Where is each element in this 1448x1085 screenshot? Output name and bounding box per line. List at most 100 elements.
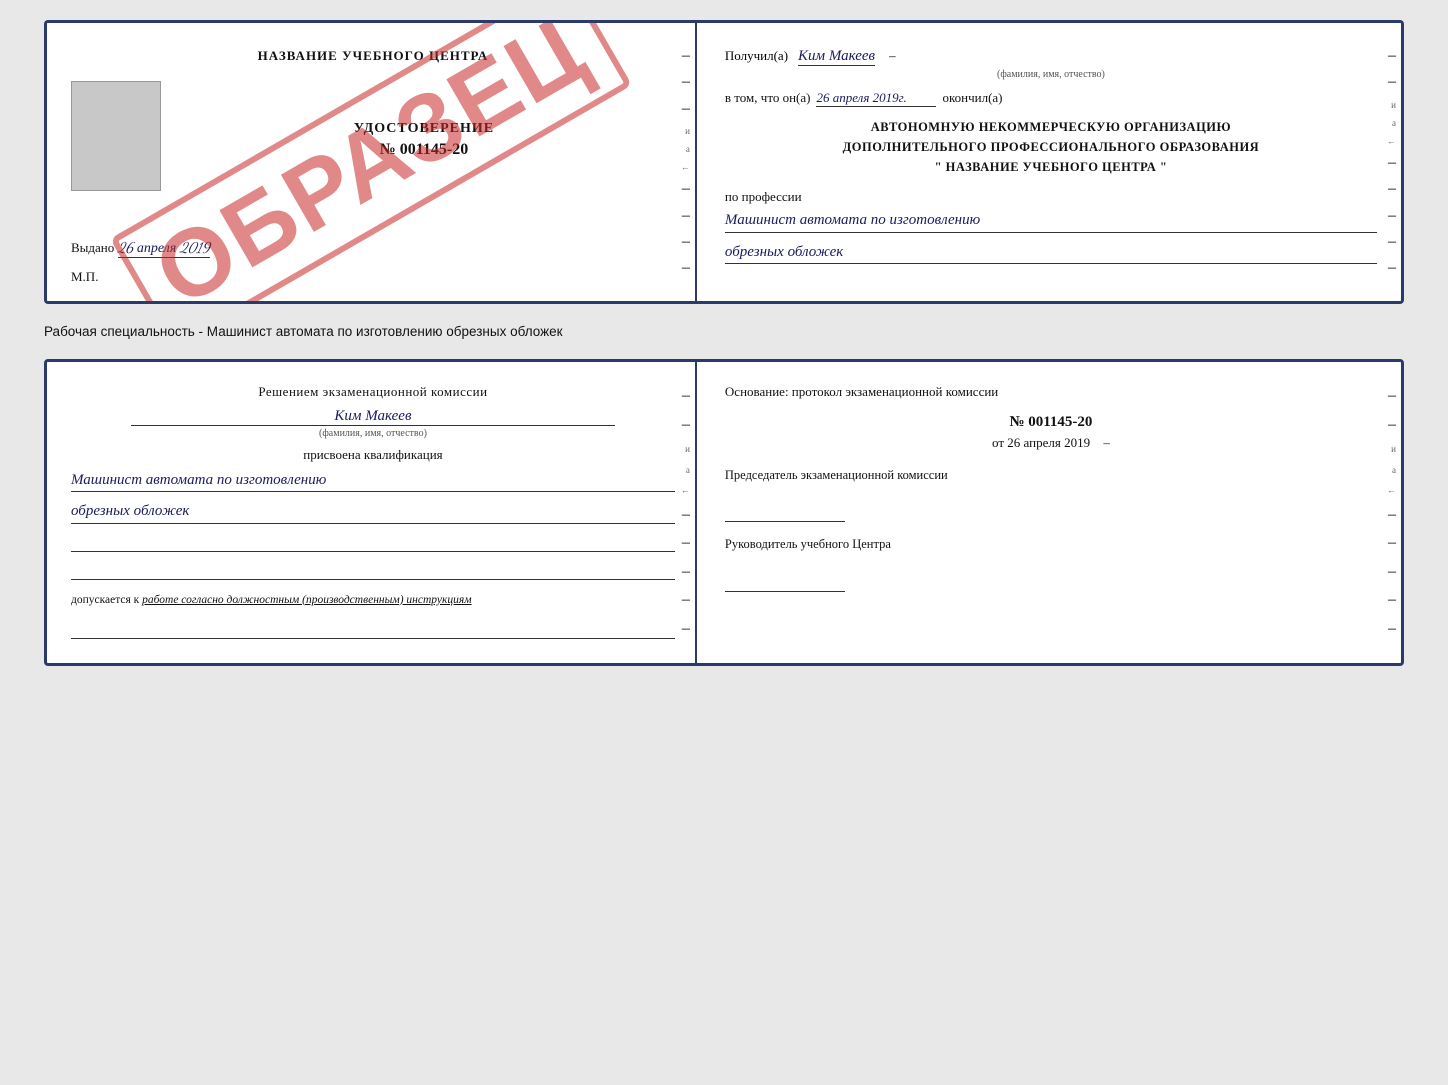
okanchil-label: окончил(а) — [942, 90, 1002, 106]
bl-arrow: ← — [681, 485, 690, 495]
document-bottom: Решением экзаменационной комиссии Ким Ма… — [44, 359, 1404, 666]
komissia-sub: (фамилия, имя, отчество) — [71, 428, 675, 439]
doc-bottom-left: Решением экзаменационной комиссии Ким Ма… — [47, 362, 697, 663]
doc-top-left: ОБРАЗЕЦ НАЗВАНИЕ УЧЕБНОГО ЦЕНТРА УДОСТОВ… — [47, 23, 697, 301]
edge-arrow: ← — [1387, 136, 1396, 146]
brdash1: – — [1388, 387, 1396, 405]
komissia-name: Ким Макеев — [131, 408, 614, 426]
org-line2: ДОПОЛНИТЕЛЬНОГО ПРОФЕССИОНАЛЬНОГО ОБРАЗО… — [725, 137, 1377, 157]
dopusk-detail: работе согласно должностным (производств… — [142, 594, 471, 606]
dash2: – — [682, 73, 690, 91]
protocol-date-value: 26 апреля 2019 — [1007, 435, 1090, 450]
poluchil-name: Ким Макеев — [798, 48, 875, 66]
udostoverenie-label: УДОСТОВЕРЕНИЕ — [173, 121, 675, 137]
right-edge-labels-2: – – и а ← – – – – – — [1387, 23, 1396, 301]
blank-line1 — [71, 532, 675, 552]
rdash5: – — [1388, 207, 1396, 225]
edge-label-a: а — [686, 144, 690, 154]
ot-label: от — [992, 435, 1004, 450]
protocol-date-dash: – — [1103, 435, 1110, 450]
bldash1: – — [682, 387, 690, 405]
brdash3: – — [1388, 506, 1396, 524]
profession-label: по профессии — [725, 189, 1377, 205]
udostoverenie-box: УДОСТОВЕРЕНИЕ № 001145-20 — [173, 121, 675, 159]
dash7: – — [682, 259, 690, 277]
dash6: – — [682, 233, 690, 251]
doc-top-right: Получил(а) Ким Макеев – (фамилия, имя, о… — [697, 23, 1401, 301]
profession-block: по профессии Машинист автомата по изгото… — [725, 189, 1377, 264]
bldash3: – — [682, 506, 690, 524]
bldash2: – — [682, 416, 690, 434]
edge-a: а — [1392, 118, 1396, 128]
org-name-line: " НАЗВАНИЕ УЧЕБНОГО ЦЕНТРА " — [725, 157, 1377, 177]
org-name: НАЗВАНИЕ УЧЕБНОГО ЦЕНТРА — [946, 160, 1157, 174]
brdash6: – — [1388, 591, 1396, 609]
predsedatel-block: Председатель экзаменационной комиссии — [725, 467, 1377, 523]
dash3: – — [682, 100, 690, 118]
kvali-line2: обрезных обложек — [71, 500, 675, 524]
bldash4: – — [682, 534, 690, 552]
profession-line2: обрезных обложек — [725, 241, 1377, 265]
org-block: АВТОНОМНУЮ НЕКОММЕРЧЕСКУЮ ОРГАНИЗАЦИЮ ДО… — [725, 117, 1377, 177]
vydano-date: 26 апреля 2019 — [118, 239, 210, 258]
poluchil-row: Получил(а) Ким Макеев – — [725, 47, 1377, 65]
vtom-row: в том, что он(а) 26 апреля 2019г. окончи… — [725, 90, 1377, 107]
fio-sub-top: (фамилия, имя, отчество) — [725, 69, 1377, 80]
prisvoena-label: присвоена квалификация — [71, 447, 675, 463]
poluchil-label: Получил(а) — [725, 48, 788, 63]
rdash2: – — [1388, 73, 1396, 91]
doc-bottom-right: Основание: протокол экзаменационной коми… — [697, 362, 1401, 663]
org-quote-open: " — [935, 160, 942, 174]
document-top: ОБРАЗЕЦ НАЗВАНИЕ УЧЕБНОГО ЦЕНТРА УДОСТОВ… — [44, 20, 1404, 304]
rdash1: – — [1388, 47, 1396, 65]
bottom-left-edge: – – и а ← – – – – – — [681, 362, 690, 663]
blank-line2 — [71, 560, 675, 580]
profession-line1: Машинист автомата по изготовлению — [725, 209, 1377, 233]
dash4: – — [682, 180, 690, 198]
mp-label: М.П. — [71, 269, 675, 285]
edge-label-arrow: ← — [681, 162, 690, 172]
rdash3: – — [1388, 154, 1396, 172]
bldash5: – — [682, 563, 690, 581]
photo-placeholder — [71, 81, 161, 191]
bldash6: – — [682, 591, 690, 609]
edge-i: и — [1391, 100, 1396, 110]
predsedatel-label: Председатель экзаменационной комиссии — [725, 467, 1377, 485]
osnovanie-title: Основание: протокол экзаменационной коми… — [725, 382, 1377, 402]
vtom-date: 26 апреля 2019г. — [816, 90, 936, 107]
resheniem-title: Решением экзаменационной комиссии — [71, 382, 675, 402]
vtom-prefix: в том, что он(а) — [725, 90, 811, 106]
bl-i: и — [685, 444, 690, 454]
edge-label-i: и — [685, 126, 690, 136]
dopuskaetsya-text: допускается к работе согласно должностны… — [71, 592, 675, 609]
rukovoditel-block: Руководитель учебного Центра — [725, 536, 1377, 592]
org-quote-close: " — [1160, 160, 1167, 174]
br-arrow: ← — [1387, 485, 1396, 495]
rukovoditel-label: Руководитель учебного Центра — [725, 536, 1377, 554]
right-edge-labels: – – – и а ← – – – – — [681, 23, 690, 301]
org-line1: АВТОНОМНУЮ НЕКОММЕРЧЕСКУЮ ОРГАНИЗАЦИЮ — [725, 117, 1377, 137]
rdash4: – — [1388, 180, 1396, 198]
bottom-right-edge: – – и а ← – – – – – — [1387, 362, 1396, 663]
br-a: а — [1392, 465, 1396, 475]
br-i: и — [1391, 444, 1396, 454]
rdash6: – — [1388, 233, 1396, 251]
school-title-left: НАЗВАНИЕ УЧЕБНОГО ЦЕНТРА — [71, 47, 675, 65]
dash-after-name: – — [889, 48, 896, 63]
rdash7: – — [1388, 259, 1396, 277]
brdash2: – — [1388, 416, 1396, 434]
dash5: – — [682, 207, 690, 225]
brdash7: – — [1388, 620, 1396, 638]
vydano-line: Выдано 26 апреля 2019 — [71, 239, 675, 257]
protocol-number: № 001145-20 — [725, 414, 1377, 431]
bl-a: а — [686, 465, 690, 475]
kvali-line1: Машинист автомата по изготовлению — [71, 469, 675, 493]
protocol-date: от 26 апреля 2019 – — [725, 435, 1377, 451]
dash1: – — [682, 47, 690, 65]
brdash5: – — [1388, 563, 1396, 581]
brdash4: – — [1388, 534, 1396, 552]
udostoverenie-number: № 001145-20 — [173, 141, 675, 159]
predsedatel-signature-line — [725, 504, 845, 522]
rukovoditel-signature-line — [725, 574, 845, 592]
bldash7: – — [682, 620, 690, 638]
